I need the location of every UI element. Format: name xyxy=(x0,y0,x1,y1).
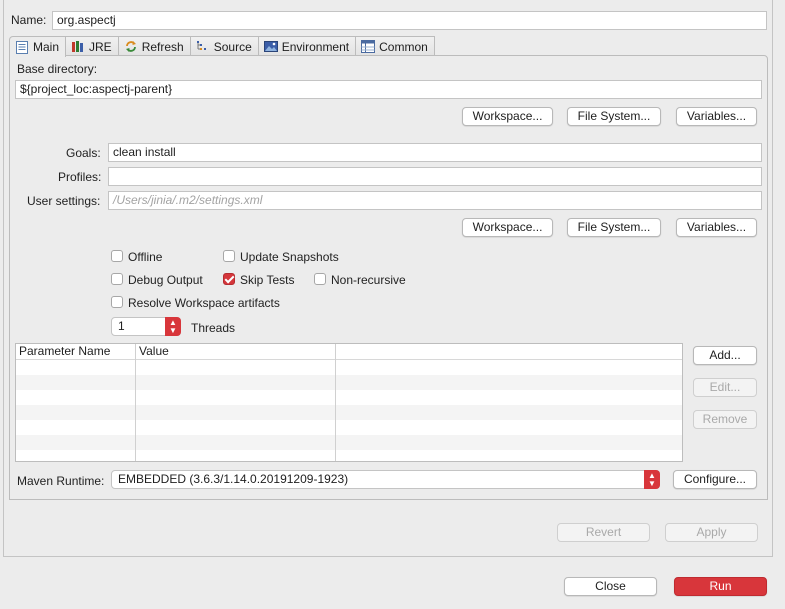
table-row xyxy=(16,405,682,420)
tab-main-label: Main xyxy=(33,40,60,54)
debug-output-checkbox[interactable] xyxy=(111,273,123,285)
dropdown-arrows-icon: ▲ ▼ xyxy=(644,470,660,489)
tab-common[interactable]: Common xyxy=(356,36,435,56)
configure-runtime-button[interactable]: Configure... xyxy=(673,470,757,489)
skip-tests-label: Skip Tests xyxy=(240,273,295,287)
stepper-arrows-icon: ▲ ▼ xyxy=(165,317,181,336)
skip-tests-checkbox[interactable] xyxy=(223,273,235,285)
revert-button[interactable]: Revert xyxy=(557,523,650,542)
tab-refresh[interactable]: Refresh xyxy=(118,36,191,56)
parameters-table[interactable]: Parameter Name Value xyxy=(15,343,683,462)
tab-jre-label: JRE xyxy=(89,39,112,54)
close-button[interactable]: Close xyxy=(564,577,657,596)
tab-common-label: Common xyxy=(379,39,428,54)
tab-source[interactable]: Source xyxy=(190,36,259,56)
settings-variables-button[interactable]: Variables... xyxy=(676,218,757,237)
jre-books-icon xyxy=(72,41,84,52)
settings-file-system-button[interactable]: File System... xyxy=(567,218,661,237)
base-directory-label: Base directory: xyxy=(17,62,98,76)
maven-runtime-value: EMBEDDED (3.6.3/1.14.0.20191209-1923) xyxy=(118,472,349,486)
tab-source-label: Source xyxy=(213,39,252,54)
name-label: Name: xyxy=(11,13,47,27)
column-divider xyxy=(135,344,136,461)
base-workspace-button[interactable]: Workspace... xyxy=(462,107,553,126)
goals-field[interactable]: clean install xyxy=(108,143,762,162)
column-header-value[interactable]: Value xyxy=(136,344,169,360)
resolve-workspace-checkbox[interactable] xyxy=(111,296,123,308)
edit-parameter-button[interactable]: Edit... xyxy=(693,378,757,397)
name-field[interactable]: org.aspectj xyxy=(52,11,767,30)
common-table-icon xyxy=(361,40,376,53)
table-header: Parameter Name Value xyxy=(16,344,682,360)
column-header-parameter-name[interactable]: Parameter Name xyxy=(16,344,110,360)
base-file-system-button[interactable]: File System... xyxy=(567,107,661,126)
base-directory-field[interactable]: ${project_loc:aspectj-parent} xyxy=(15,80,762,99)
settings-workspace-button[interactable]: Workspace... xyxy=(462,218,553,237)
apply-button[interactable]: Apply xyxy=(665,523,758,542)
update-snapshots-checkbox[interactable] xyxy=(223,250,235,262)
source-icon xyxy=(196,41,206,50)
offline-label: Offline xyxy=(128,250,163,264)
tab-refresh-label: Refresh xyxy=(141,39,184,54)
column-divider xyxy=(335,344,336,461)
user-settings-label: User settings: xyxy=(27,194,101,208)
profiles-field[interactable] xyxy=(108,167,762,186)
threads-select[interactable]: 1 ▲ ▼ xyxy=(111,317,181,336)
table-row xyxy=(16,435,682,450)
tab-environment[interactable]: Environment xyxy=(258,36,357,56)
profiles-label: Profiles: xyxy=(58,170,102,184)
goals-label: Goals: xyxy=(66,146,101,160)
threads-value: 1 xyxy=(118,319,125,333)
add-parameter-button[interactable]: Add... xyxy=(693,346,757,365)
environment-icon xyxy=(263,41,278,52)
run-button[interactable]: Run xyxy=(674,577,767,596)
base-variables-button[interactable]: Variables... xyxy=(676,107,757,126)
tab-environment-label: Environment xyxy=(281,39,350,54)
non-recursive-checkbox[interactable] xyxy=(314,273,326,285)
maven-runtime-label: Maven Runtime: xyxy=(17,474,105,488)
tab-main[interactable]: Main xyxy=(9,36,67,57)
offline-checkbox[interactable] xyxy=(111,250,123,262)
resolve-workspace-label: Resolve Workspace artifacts xyxy=(128,296,280,310)
threads-label: Threads xyxy=(191,321,236,335)
refresh-icon xyxy=(125,41,136,52)
tab-jre[interactable]: JRE xyxy=(66,36,119,56)
maven-runtime-select[interactable]: EMBEDDED (3.6.3/1.14.0.20191209-1923) ▲ ▼ xyxy=(111,470,660,489)
user-settings-field[interactable]: /Users/jinia/.m2/settings.xml xyxy=(108,191,762,210)
update-snapshots-label: Update Snapshots xyxy=(240,250,339,264)
debug-output-label: Debug Output xyxy=(128,273,203,287)
document-icon xyxy=(16,40,28,54)
remove-parameter-button[interactable]: Remove xyxy=(693,410,757,429)
tab-bar: Main JRE Refresh Source Environment Comm… xyxy=(9,36,435,57)
non-recursive-label: Non-recursive xyxy=(331,273,406,287)
table-row xyxy=(16,375,682,390)
